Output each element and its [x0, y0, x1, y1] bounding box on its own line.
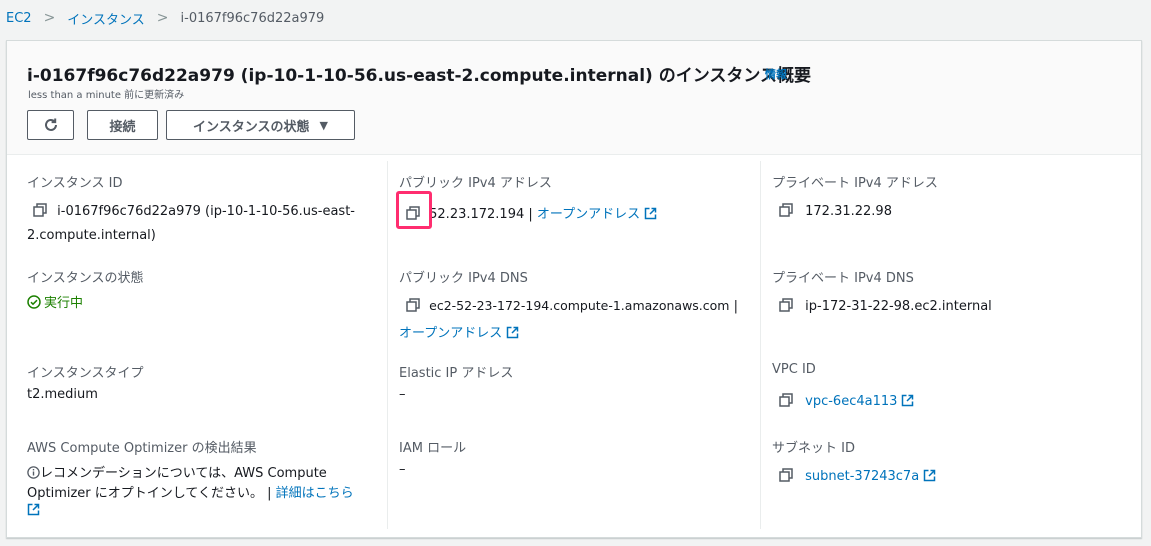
optimizer-external-link[interactable]	[27, 503, 40, 518]
external-link-icon[interactable]	[901, 394, 914, 407]
refresh-icon	[44, 118, 57, 131]
learn-more-link[interactable]: 詳細はこちら	[276, 486, 354, 501]
connect-button-label: 接続	[109, 119, 136, 135]
copy-icon[interactable]	[779, 203, 793, 217]
vpc-id-link[interactable]: vpc-6ec4a113	[805, 394, 897, 409]
public-dns-text: ec2-52-23-172-194.compute-1.amazonaws.co…	[429, 298, 730, 313]
copy-icon[interactable]	[779, 298, 793, 312]
copy-icon[interactable]	[406, 298, 420, 312]
instance-type-label: インスタンスタイプ	[27, 366, 144, 381]
breadcrumb: EC2 > インスタンス > i-0167f96c76d22a979	[6, 8, 324, 28]
instance-id-text-line1: i-0167f96c76d22a979 (ip-10-1-10-56.us-ea…	[57, 204, 355, 219]
copy-icon[interactable]	[779, 393, 793, 407]
optimizer-text-line2-content: Optimizer にオプトインしてください。 |	[27, 486, 272, 501]
instance-id-value: i-0167f96c76d22a979 (ip-10-1-10-56.us-ea…	[33, 203, 355, 219]
instance-state-label: インスタンスの状態	[27, 271, 144, 286]
breadcrumb-current: i-0167f96c76d22a979	[180, 10, 325, 26]
public-ip-text: 52.23.172.194	[429, 207, 525, 222]
instance-summary-panel: i-0167f96c76d22a979 (ip-10-1-10-56.us-ea…	[6, 40, 1142, 538]
copy-icon[interactable]	[33, 203, 47, 217]
column-divider	[760, 161, 761, 529]
private-ip-label: プライベート IPv4 アドレス	[772, 176, 938, 191]
vpc-id-label: VPC ID	[772, 362, 816, 377]
info-icon	[27, 466, 40, 479]
external-link-icon[interactable]	[27, 503, 40, 516]
open-address-link[interactable]: オープンアドレス	[537, 207, 640, 222]
chevron-right-icon: >	[156, 10, 169, 26]
optimizer-text-line2: Optimizer にオプトインしてください。 | 詳細はこちら	[27, 482, 354, 501]
public-ip-value: 52.23.172.194 | オープンアドレス	[406, 203, 657, 222]
connect-button[interactable]: 接続	[87, 110, 158, 140]
instance-state-dropdown-label: インスタンスの状態	[193, 119, 310, 135]
subnet-id-value: subnet-37243c7a	[779, 468, 936, 484]
copy-icon-highlight	[396, 191, 432, 229]
optimizer-text-line1: レコメンデーションについては、AWS Compute	[27, 462, 327, 481]
instance-state-dropdown[interactable]: インスタンスの状態 ▼	[166, 110, 355, 140]
vpc-id-value: vpc-6ec4a113	[779, 393, 914, 409]
private-dns-text: ip-172-31-22-98.ec2.internal	[805, 299, 992, 314]
external-link-icon[interactable]	[923, 469, 936, 482]
refresh-button[interactable]	[27, 110, 74, 140]
caret-down-icon: ▼	[319, 118, 328, 132]
separator: |	[733, 299, 739, 314]
public-dns-label: パブリック IPv4 DNS	[399, 271, 528, 286]
open-address-link-dns[interactable]: オープンアドレス	[399, 326, 502, 341]
instance-id-text-line2: 2.compute.internal)	[27, 228, 156, 243]
copy-icon[interactable]	[779, 468, 793, 482]
iam-role-label: IAM ロール	[399, 441, 467, 456]
breadcrumb-instances[interactable]: インスタンス	[67, 9, 144, 28]
subnet-id-label: サブネット ID	[772, 441, 855, 456]
iam-role-value: –	[399, 462, 406, 477]
external-link-icon[interactable]	[506, 326, 519, 339]
instance-id-label: インスタンス ID	[27, 176, 123, 191]
optimizer-text-line1-content: レコメンデーションについては、AWS Compute	[40, 466, 327, 481]
open-address-row: オープンアドレス	[399, 322, 519, 341]
public-ip-label: パブリック IPv4 アドレス	[399, 176, 552, 191]
public-dns-value: ec2-52-23-172-194.compute-1.amazonaws.co…	[406, 298, 738, 314]
check-circle-icon	[27, 295, 41, 309]
elastic-ip-value: –	[399, 387, 406, 402]
column-divider	[387, 161, 388, 529]
instance-type-value: t2.medium	[27, 387, 98, 402]
private-ip-text: 172.31.22.98	[805, 204, 892, 219]
private-dns-value: ip-172-31-22-98.ec2.internal	[779, 298, 992, 314]
panel-header: i-0167f96c76d22a979 (ip-10-1-10-56.us-ea…	[7, 41, 1141, 155]
separator: |	[528, 207, 533, 222]
info-link[interactable]: 情報	[765, 66, 787, 82]
private-dns-label: プライベート IPv4 DNS	[772, 271, 914, 286]
instance-state-text: 実行中	[44, 296, 84, 311]
optimizer-label: AWS Compute Optimizer の検出結果	[27, 441, 257, 456]
breadcrumb-ec2[interactable]: EC2	[6, 11, 32, 26]
chevron-right-icon: >	[43, 10, 56, 26]
external-link-icon[interactable]	[644, 207, 657, 220]
instance-state-value: 実行中	[27, 292, 83, 311]
elastic-ip-label: Elastic IP アドレス	[399, 366, 514, 381]
private-ip-value: 172.31.22.98	[779, 203, 892, 219]
subnet-id-link[interactable]: subnet-37243c7a	[805, 469, 919, 484]
last-updated-text: less than a minute 前に更新済み	[28, 90, 185, 101]
page-title: i-0167f96c76d22a979 (ip-10-1-10-56.us-ea…	[27, 66, 812, 86]
